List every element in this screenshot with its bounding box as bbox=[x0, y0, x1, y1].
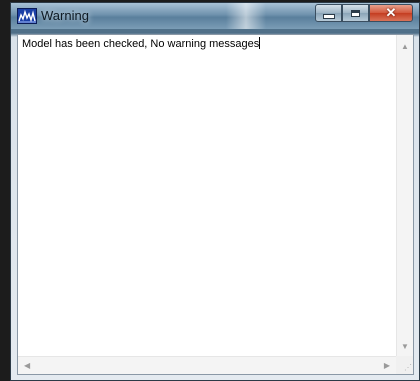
message-text-area[interactable]: Model has been checked, No warning messa… bbox=[17, 34, 414, 375]
close-button[interactable]: ✕ bbox=[369, 4, 413, 22]
close-icon: ✕ bbox=[385, 5, 397, 20]
caption-buttons: ✕ bbox=[315, 4, 413, 22]
scroll-right-arrow-icon[interactable]: ▶ bbox=[384, 362, 390, 370]
horizontal-scrollbar[interactable]: ◀ ▶ bbox=[18, 356, 396, 374]
minimize-button[interactable] bbox=[315, 4, 342, 22]
maximize-icon bbox=[351, 9, 360, 17]
title-bar-highlight bbox=[226, 3, 266, 29]
minimize-icon bbox=[322, 13, 335, 19]
message-text: Model has been checked, No warning messa… bbox=[22, 38, 260, 50]
warning-window: Warning ✕ Model has been checked, No war… bbox=[10, 2, 420, 381]
scroll-down-arrow-icon[interactable]: ▼ bbox=[401, 343, 409, 351]
title-bar[interactable]: Warning ✕ bbox=[11, 3, 419, 29]
chart-app-icon[interactable] bbox=[17, 8, 37, 24]
text-caret bbox=[259, 37, 261, 49]
maximize-button[interactable] bbox=[342, 4, 369, 22]
window-title: Warning bbox=[41, 8, 89, 23]
scroll-left-arrow-icon[interactable]: ◀ bbox=[24, 362, 30, 370]
resize-grip[interactable]: ⋰ bbox=[396, 356, 413, 374]
scroll-up-arrow-icon[interactable]: ▲ bbox=[401, 43, 409, 51]
resize-grip-icon: ⋰ bbox=[404, 363, 412, 372]
vertical-scrollbar[interactable]: ▲ ▼ bbox=[396, 35, 413, 357]
warning-message: Model has been checked, No warning messa… bbox=[22, 37, 261, 51]
